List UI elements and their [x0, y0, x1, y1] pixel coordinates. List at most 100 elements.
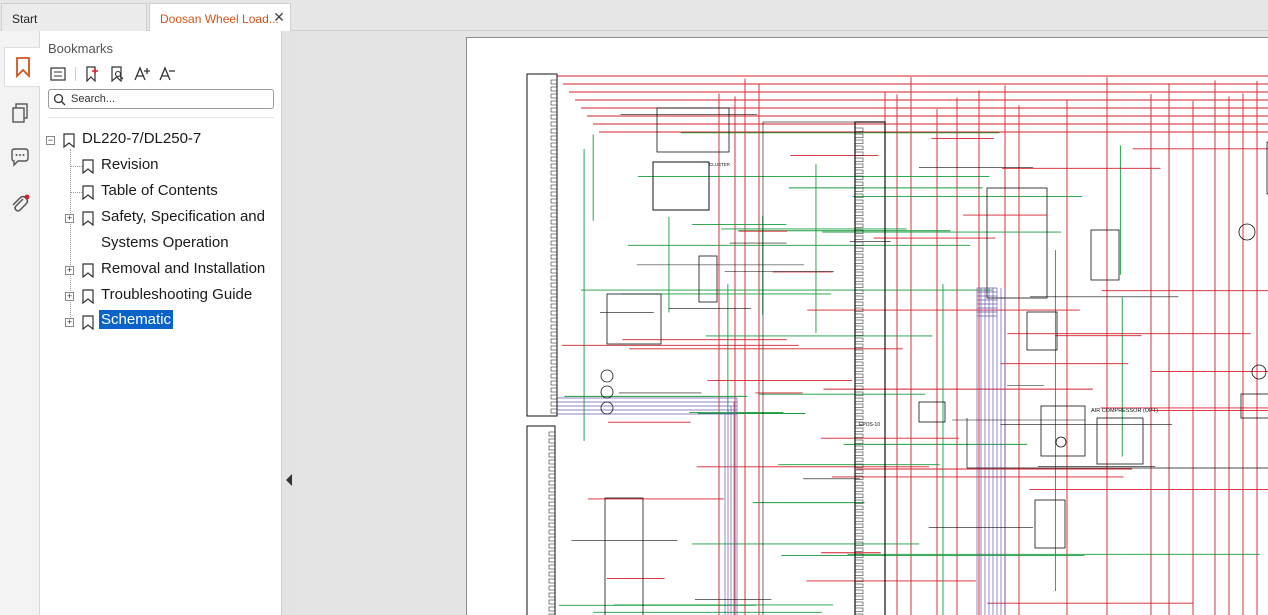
pin [548, 445, 556, 451]
pin [854, 277, 864, 282]
pin [854, 169, 864, 174]
pin [854, 469, 864, 474]
wire-group [557, 75, 1268, 615]
pages-icon[interactable] [6, 99, 34, 127]
tree-item-label: Removal and Installation [101, 260, 266, 277]
pin [854, 451, 864, 456]
pin [550, 345, 558, 351]
pin [854, 217, 864, 222]
pin [548, 466, 556, 472]
collapse-icon[interactable]: − [46, 136, 55, 145]
increase-font-icon[interactable] [132, 64, 152, 84]
pin [550, 261, 558, 267]
expand-icon[interactable]: + [65, 292, 74, 301]
pin [550, 408, 558, 414]
pin [548, 487, 556, 493]
tree-item-revision[interactable]: Revision [40, 153, 282, 179]
collapse-panel-icon[interactable] [286, 474, 292, 486]
pin [550, 156, 558, 162]
pin [854, 409, 864, 414]
pin [550, 352, 558, 358]
pin [548, 522, 556, 528]
cluster-label: CLUSTER [709, 162, 731, 167]
tab-start-label: Start [12, 12, 38, 26]
bookmark-icon[interactable] [4, 47, 40, 87]
pin [548, 529, 556, 535]
tree-item-troubleshooting[interactable]: + Troubleshooting Guide [40, 283, 282, 309]
pin [550, 170, 558, 176]
tree-item-safety[interactable]: + Safety, Specification and Systems Oper… [40, 205, 282, 257]
pin [550, 240, 558, 246]
pin [854, 205, 864, 210]
bookmark-icon [82, 185, 94, 201]
attachments-icon[interactable] [6, 191, 34, 219]
tree-connector [70, 166, 82, 167]
pin [548, 543, 556, 549]
add-bookmark-icon[interactable] [82, 64, 102, 84]
tree-root-label: DL220-7/DL250-7 [82, 130, 202, 147]
comments-icon[interactable] [6, 143, 34, 171]
pin [550, 135, 558, 141]
toolbar-divider [75, 67, 76, 81]
find-bookmark-icon[interactable] [107, 64, 127, 84]
panel-splitter[interactable] [282, 31, 296, 615]
pin [548, 571, 556, 577]
tree-node-root[interactable]: − DL220-7/DL250-7 [40, 127, 282, 153]
bookmark-icon [82, 159, 94, 175]
pin [854, 295, 864, 300]
pin [854, 505, 864, 510]
pin [854, 355, 864, 360]
search-input[interactable] [71, 91, 269, 107]
pin [548, 578, 556, 584]
pin [854, 439, 864, 444]
expand-icon[interactable]: + [65, 214, 74, 223]
bookmark-icon [63, 133, 75, 149]
pin [550, 331, 558, 337]
document-view[interactable]: EPOS-10 AIR COMPRESSOR (OPT) CLUSTER [296, 31, 1268, 615]
pin [550, 226, 558, 232]
tab-bar: Start Doosan Wheel Load... ✕ [0, 0, 1268, 32]
pin [854, 163, 864, 168]
tree-item-label: Table of Contents [101, 182, 218, 199]
tree-item-table-of-contents[interactable]: Table of Contents [40, 179, 282, 205]
pin [550, 163, 558, 169]
tree-item-label-selected: Schematic [99, 310, 174, 329]
bookmark-toolbar [48, 64, 182, 84]
pin [854, 223, 864, 228]
pin [854, 535, 864, 540]
pin [550, 401, 558, 407]
pin [854, 151, 864, 156]
expand-icon[interactable]: + [65, 318, 74, 327]
pin [854, 157, 864, 162]
pin [548, 550, 556, 556]
pin [854, 403, 864, 408]
tab-document[interactable]: Doosan Wheel Load... ✕ [149, 3, 291, 32]
pin [854, 301, 864, 306]
pin [550, 79, 558, 85]
decrease-font-icon[interactable] [157, 64, 177, 84]
components [526, 73, 1268, 615]
pin [854, 379, 864, 384]
wiring-schematic: EPOS-10 AIR COMPRESSOR (OPT) CLUSTER [526, 73, 1268, 615]
pin [550, 177, 558, 183]
tree-connector [70, 192, 82, 193]
pin [854, 565, 864, 570]
schematic-page: EPOS-10 AIR COMPRESSOR (OPT) CLUSTER [466, 37, 1268, 615]
list-options-icon[interactable] [48, 64, 68, 84]
expand-icon[interactable]: + [65, 266, 74, 275]
pin [854, 571, 864, 576]
bookmark-icon [82, 315, 94, 331]
pin [550, 303, 558, 309]
panel-title: Bookmarks [48, 41, 114, 56]
tree-item-label: Troubleshooting Guide [101, 286, 253, 303]
tree-item-schematic[interactable]: + Schematic [40, 309, 282, 335]
pin [854, 127, 864, 132]
pin [854, 235, 864, 240]
pin [550, 128, 558, 134]
close-tab-icon[interactable]: ✕ [272, 10, 286, 24]
pin [550, 254, 558, 260]
tab-start[interactable]: Start [1, 3, 147, 31]
pin [548, 606, 556, 612]
tree-item-removal[interactable]: + Removal and Installation [40, 257, 282, 283]
bookmarks-panel: Bookmarks − DL220-7 [40, 31, 282, 615]
